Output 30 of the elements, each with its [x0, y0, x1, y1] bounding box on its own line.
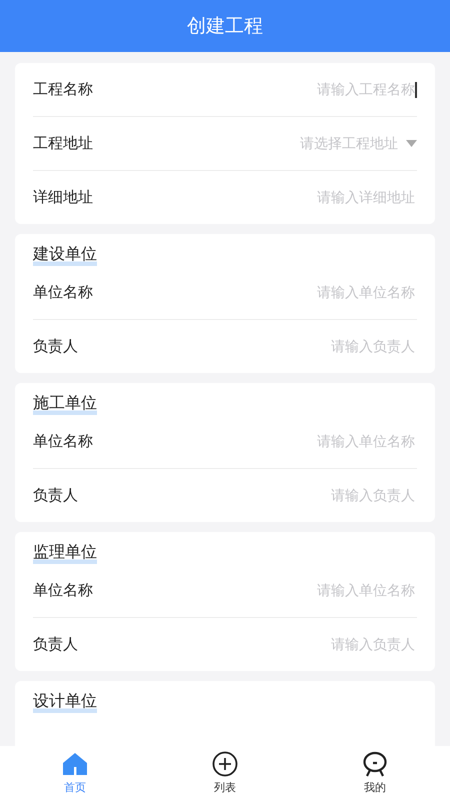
- plus-circle-icon: [212, 751, 238, 777]
- input-field[interactable]: 请输入负责人: [215, 636, 417, 652]
- home-icon: [62, 751, 88, 777]
- field-label: 负责人: [33, 337, 78, 356]
- input-field[interactable]: 请输入详细地址: [215, 190, 417, 206]
- field-label: 详细地址: [33, 188, 93, 207]
- field-label: 单位名称: [33, 432, 93, 451]
- field-label: 单位名称: [33, 283, 93, 302]
- input-field[interactable]: 请输入工程名称: [215, 82, 417, 98]
- tab-button[interactable]: 列表: [150, 746, 300, 800]
- select-field[interactable]: 请选择工程地址: [218, 136, 400, 152]
- field-label: 工程名称: [33, 80, 93, 99]
- section-title: 建设单位: [33, 244, 97, 266]
- page-title: 创建工程: [187, 14, 263, 39]
- input-field[interactable]: 请输入单位名称: [215, 434, 417, 450]
- field-label: 负责人: [33, 486, 78, 505]
- input-field[interactable]: 请输入单位名称: [215, 284, 417, 300]
- section-title: 监理单位: [33, 542, 97, 564]
- section-title: 施工单位: [33, 393, 97, 415]
- user-icon: [362, 751, 388, 777]
- dropdown-icon: [406, 140, 417, 147]
- tab-button[interactable]: 我的: [300, 746, 450, 800]
- input-field[interactable]: 请输入负责人: [215, 488, 417, 504]
- tab-button[interactable]: 首页: [0, 746, 150, 800]
- field-label: 负责人: [33, 635, 78, 654]
- input-field[interactable]: 请输入单位名称: [215, 582, 417, 598]
- section-title: 设计单位: [33, 691, 97, 713]
- input-field[interactable]: 请输入负责人: [215, 338, 417, 354]
- field-label: 单位名称: [33, 581, 93, 600]
- field-label: 工程地址: [33, 134, 93, 153]
